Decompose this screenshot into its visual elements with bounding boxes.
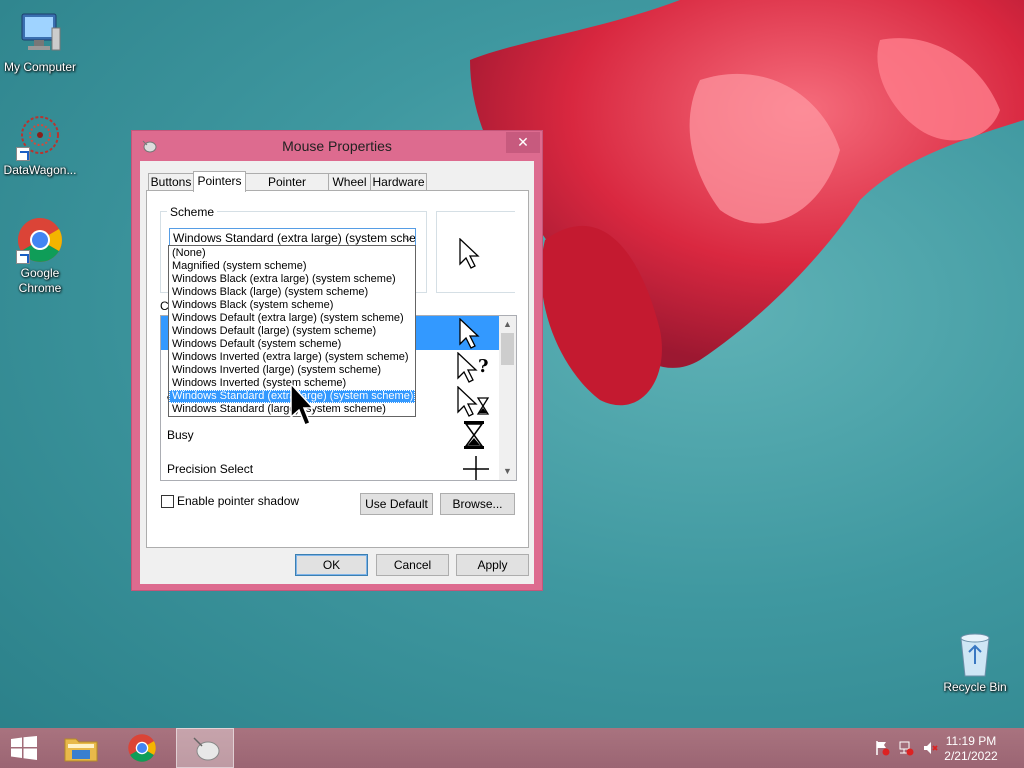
action-center-flag-icon[interactable] bbox=[874, 740, 890, 756]
taskbar-google-chrome[interactable] bbox=[114, 728, 172, 768]
browse-button[interactable]: Browse... bbox=[440, 493, 515, 515]
cancel-button[interactable]: Cancel bbox=[376, 554, 449, 576]
pointer-shadow-checkbox[interactable] bbox=[161, 495, 174, 508]
cursor-row-label: Precision Select bbox=[167, 462, 254, 476]
arrow-cursor-icon bbox=[459, 318, 480, 349]
ok-button[interactable]: OK bbox=[295, 554, 368, 576]
chrome-icon bbox=[128, 734, 156, 762]
windows-logo-icon bbox=[11, 736, 37, 760]
scheme-option[interactable]: Windows Black (large) (system scheme) bbox=[169, 286, 415, 299]
desktop-icon-google-chrome[interactable]: Google Chrome bbox=[0, 216, 80, 296]
use-default-button[interactable]: Use Default bbox=[360, 493, 433, 515]
desktop-icon-label: Google Chrome bbox=[18, 266, 62, 295]
scheme-group-label: Scheme bbox=[167, 205, 218, 219]
scheme-option[interactable]: Windows Default (system scheme) bbox=[169, 338, 415, 351]
taskbar-file-explorer[interactable] bbox=[52, 728, 110, 768]
cursor-row-label: Busy bbox=[167, 428, 194, 442]
scheme-option[interactable]: Windows Black (extra large) (system sche… bbox=[169, 273, 415, 286]
desktop-icon-recycle-bin[interactable]: Recycle Bin bbox=[935, 630, 1015, 695]
scheme-option[interactable]: Windows Default (large) (system scheme) bbox=[169, 325, 415, 338]
taskbar-mouse-properties[interactable] bbox=[176, 728, 234, 768]
scheme-option[interactable]: (None) bbox=[169, 247, 415, 260]
mouse-icon bbox=[193, 737, 220, 761]
recycle-bin-icon bbox=[960, 633, 990, 677]
scrollbar-thumb[interactable] bbox=[501, 333, 514, 365]
shortcut-arrow-icon bbox=[16, 250, 30, 264]
clock-time: 11:19 PM bbox=[945, 734, 997, 748]
taskbar-clock[interactable]: 11:19 PM 2/21/2022 bbox=[936, 734, 1006, 764]
desktop-icon-datawagon[interactable]: DataWagon... bbox=[0, 113, 80, 178]
scheme-option[interactable]: Magnified (system scheme) bbox=[169, 260, 415, 273]
shortcut-arrow-icon bbox=[16, 147, 30, 161]
help-cursor-icon: ? bbox=[457, 352, 489, 383]
scheme-option[interactable]: Windows Black (system scheme) bbox=[169, 299, 415, 312]
tab-buttons[interactable]: Buttons bbox=[148, 173, 194, 191]
hourglass-icon bbox=[464, 421, 484, 449]
taskbar: 11:19 PM 2/21/2022 bbox=[0, 728, 1024, 768]
cursor-row-precision-select[interactable]: Precision Select bbox=[161, 452, 499, 480]
desktop-icon-label: DataWagon... bbox=[3, 163, 77, 177]
mouse-pointer-icon bbox=[290, 383, 314, 426]
desktop-icon-my-computer[interactable]: My Computer bbox=[0, 10, 80, 75]
scheme-option[interactable]: Windows Inverted (extra large) (system s… bbox=[169, 351, 415, 364]
cursor-row-busy[interactable]: Busy bbox=[161, 418, 499, 452]
cursor-list-scrollbar[interactable]: ▲ ▼ bbox=[499, 316, 516, 480]
scheme-selected-value: Windows Standard (extra large) (system s… bbox=[173, 231, 416, 245]
tab-pointers[interactable]: Pointers bbox=[193, 171, 246, 192]
tab-wheel[interactable]: Wheel bbox=[328, 173, 371, 191]
tab-hardware[interactable]: Hardware bbox=[370, 173, 427, 191]
arrow-cursor-preview-icon bbox=[459, 238, 480, 269]
desktop-icon-label: My Computer bbox=[3, 60, 77, 74]
apply-button[interactable]: Apply bbox=[456, 554, 529, 576]
pointer-shadow-label[interactable]: Enable pointer shadow bbox=[177, 494, 299, 508]
working-background-cursor-icon bbox=[457, 386, 490, 417]
crosshair-icon bbox=[463, 456, 489, 480]
title-bar[interactable]: Mouse Properties ✕ bbox=[132, 131, 542, 161]
window-title: Mouse Properties bbox=[282, 138, 392, 154]
pointer-preview bbox=[436, 211, 515, 293]
scroll-up-icon[interactable]: ▲ bbox=[499, 316, 516, 333]
computer-icon bbox=[21, 13, 61, 51]
scroll-down-icon[interactable]: ▼ bbox=[499, 463, 516, 480]
tab-pointer-options[interactable]: Pointer Options bbox=[245, 173, 329, 205]
close-button[interactable]: ✕ bbox=[506, 132, 540, 153]
start-button[interactable] bbox=[0, 728, 50, 768]
scheme-option[interactable]: Windows Default (extra large) (system sc… bbox=[169, 312, 415, 325]
network-icon[interactable] bbox=[898, 740, 914, 756]
clock-date: 2/21/2022 bbox=[944, 749, 998, 763]
svg-text:?: ? bbox=[478, 356, 489, 377]
scheme-option[interactable]: Windows Inverted (large) (system scheme) bbox=[169, 364, 415, 377]
desktop-icon-label: Recycle Bin bbox=[943, 680, 1007, 694]
folder-icon bbox=[64, 738, 98, 762]
